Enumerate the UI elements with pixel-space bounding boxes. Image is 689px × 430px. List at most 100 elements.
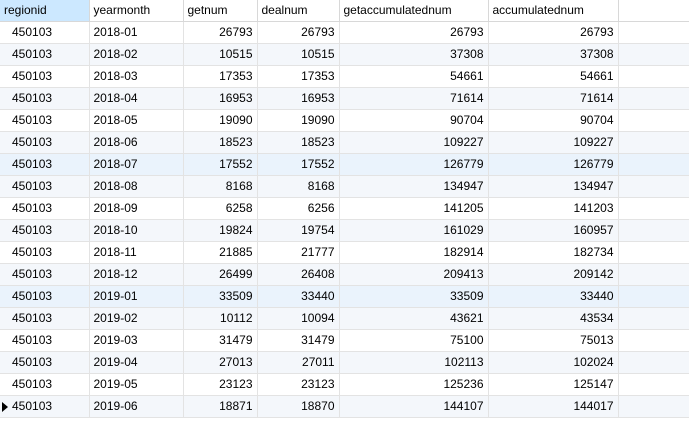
cell-accumulatednum[interactable]: 71614 [488,87,619,110]
cell-dealnum[interactable]: 10515 [257,43,340,66]
cell-accumulatednum[interactable]: 141203 [488,197,619,220]
cell-getnum[interactable]: 17353 [183,65,258,88]
table-row[interactable]: 450103 2018-11 21885 21777 182914 182734 [0,241,689,264]
table-row[interactable]: 450103 2019-06 18871 18870 144107 144017 [0,395,689,418]
cell-regionid[interactable]: 450103 [0,373,90,396]
cell-accumulatednum[interactable]: 90704 [488,109,619,132]
cell-accumulatednum[interactable]: 109227 [488,131,619,154]
cell-yearmonth[interactable]: 2018-06 [89,131,184,154]
cell-regionid[interactable]: 450103 [0,263,90,286]
cell-yearmonth[interactable]: 2018-07 [89,153,184,176]
cell-accumulatednum[interactable]: 54661 [488,65,619,88]
cell-yearmonth[interactable]: 2018-04 [89,87,184,110]
cell-dealnum[interactable]: 17353 [257,65,340,88]
cell-dealnum[interactable]: 6256 [257,197,340,220]
cell-getaccumulatednum[interactable]: 75100 [339,329,489,352]
cell-regionid[interactable]: 450103 [0,395,90,418]
cell-yearmonth[interactable]: 2019-01 [89,285,184,308]
cell-getaccumulatednum[interactable]: 54661 [339,65,489,88]
cell-getaccumulatednum[interactable]: 182914 [339,241,489,264]
cell-accumulatednum[interactable]: 102024 [488,351,619,374]
table-row[interactable]: 450103 2019-04 27013 27011 102113 102024 [0,351,689,374]
cell-yearmonth[interactable]: 2018-12 [89,263,184,286]
table-row[interactable]: 450103 2018-05 19090 19090 90704 90704 [0,109,689,132]
cell-yearmonth[interactable]: 2019-04 [89,351,184,374]
cell-accumulatednum[interactable]: 33440 [488,285,619,308]
cell-getnum[interactable]: 21885 [183,241,258,264]
cell-yearmonth[interactable]: 2018-10 [89,219,184,242]
cell-getaccumulatednum[interactable]: 26793 [339,21,489,44]
cell-regionid[interactable]: 450103 [0,43,90,66]
cell-getnum[interactable]: 26793 [183,21,258,44]
result-grid[interactable]: regionid yearmonth getnum dealnum getacc… [0,0,689,418]
cell-regionid[interactable]: 450103 [0,175,90,198]
table-row[interactable]: 450103 2018-07 17552 17552 126779 126779 [0,153,689,176]
cell-regionid[interactable]: 450103 [0,307,90,330]
column-header-accumulatednum[interactable]: accumulatednum [488,0,619,22]
column-header-getaccumulatednum[interactable]: getaccumulatednum [339,0,489,22]
cell-dealnum[interactable]: 31479 [257,329,340,352]
cell-regionid[interactable]: 450103 [0,351,90,374]
cell-getnum[interactable]: 10515 [183,43,258,66]
cell-getnum[interactable]: 31479 [183,329,258,352]
cell-getnum[interactable]: 17552 [183,153,258,176]
cell-regionid[interactable]: 450103 [0,131,90,154]
cell-getnum[interactable]: 6258 [183,197,258,220]
table-row[interactable]: 450103 2018-06 18523 18523 109227 109227 [0,131,689,154]
cell-regionid[interactable]: 450103 [0,329,90,352]
cell-getaccumulatednum[interactable]: 134947 [339,175,489,198]
cell-getaccumulatednum[interactable]: 37308 [339,43,489,66]
cell-getaccumulatednum[interactable]: 161029 [339,219,489,242]
table-row[interactable]: 450103 2018-01 26793 26793 26793 26793 [0,21,689,44]
cell-accumulatednum[interactable]: 126779 [488,153,619,176]
cell-regionid[interactable]: 450103 [0,21,90,44]
cell-getaccumulatednum[interactable]: 33509 [339,285,489,308]
cell-accumulatednum[interactable]: 125147 [488,373,619,396]
table-row[interactable]: 450103 2018-03 17353 17353 54661 54661 [0,65,689,88]
cell-accumulatednum[interactable]: 182734 [488,241,619,264]
table-row[interactable]: 450103 2019-01 33509 33440 33509 33440 [0,285,689,308]
cell-yearmonth[interactable]: 2019-03 [89,329,184,352]
cell-regionid[interactable]: 450103 [0,87,90,110]
cell-getaccumulatednum[interactable]: 144107 [339,395,489,418]
cell-dealnum[interactable]: 33440 [257,285,340,308]
column-header-getnum[interactable]: getnum [183,0,258,22]
cell-getaccumulatednum[interactable]: 109227 [339,131,489,154]
cell-getnum[interactable]: 19090 [183,109,258,132]
cell-dealnum[interactable]: 10094 [257,307,340,330]
cell-dealnum[interactable]: 26408 [257,263,340,286]
cell-regionid[interactable]: 450103 [0,153,90,176]
table-row[interactable]: 450103 2019-05 23123 23123 125236 125147 [0,373,689,396]
cell-getnum[interactable]: 8168 [183,175,258,198]
cell-dealnum[interactable]: 23123 [257,373,340,396]
cell-yearmonth[interactable]: 2018-01 [89,21,184,44]
cell-getaccumulatednum[interactable]: 90704 [339,109,489,132]
cell-getnum[interactable]: 16953 [183,87,258,110]
cell-accumulatednum[interactable]: 160957 [488,219,619,242]
cell-dealnum[interactable]: 27011 [257,351,340,374]
cell-getnum[interactable]: 18871 [183,395,258,418]
cell-getnum[interactable]: 18523 [183,131,258,154]
cell-getaccumulatednum[interactable]: 125236 [339,373,489,396]
cell-getaccumulatednum[interactable]: 126779 [339,153,489,176]
cell-getnum[interactable]: 10112 [183,307,258,330]
column-header-yearmonth[interactable]: yearmonth [89,0,184,22]
table-row[interactable]: 450103 2018-10 19824 19754 161029 160957 [0,219,689,242]
cell-yearmonth[interactable]: 2019-02 [89,307,184,330]
cell-dealnum[interactable]: 16953 [257,87,340,110]
cell-regionid[interactable]: 450103 [0,241,90,264]
cell-getaccumulatednum[interactable]: 141205 [339,197,489,220]
cell-accumulatednum[interactable]: 75013 [488,329,619,352]
cell-yearmonth[interactable]: 2018-03 [89,65,184,88]
cell-yearmonth[interactable]: 2019-06 [89,395,184,418]
cell-regionid[interactable]: 450103 [0,219,90,242]
cell-accumulatednum[interactable]: 37308 [488,43,619,66]
table-row[interactable]: 450103 2018-12 26499 26408 209413 209142 [0,263,689,286]
table-row[interactable]: 450103 2018-08 8168 8168 134947 134947 [0,175,689,198]
table-row[interactable]: 450103 2019-02 10112 10094 43621 43534 [0,307,689,330]
cell-dealnum[interactable]: 17552 [257,153,340,176]
cell-yearmonth[interactable]: 2019-05 [89,373,184,396]
table-row[interactable]: 450103 2018-04 16953 16953 71614 71614 [0,87,689,110]
cell-getaccumulatednum[interactable]: 43621 [339,307,489,330]
column-header-dealnum[interactable]: dealnum [257,0,340,22]
